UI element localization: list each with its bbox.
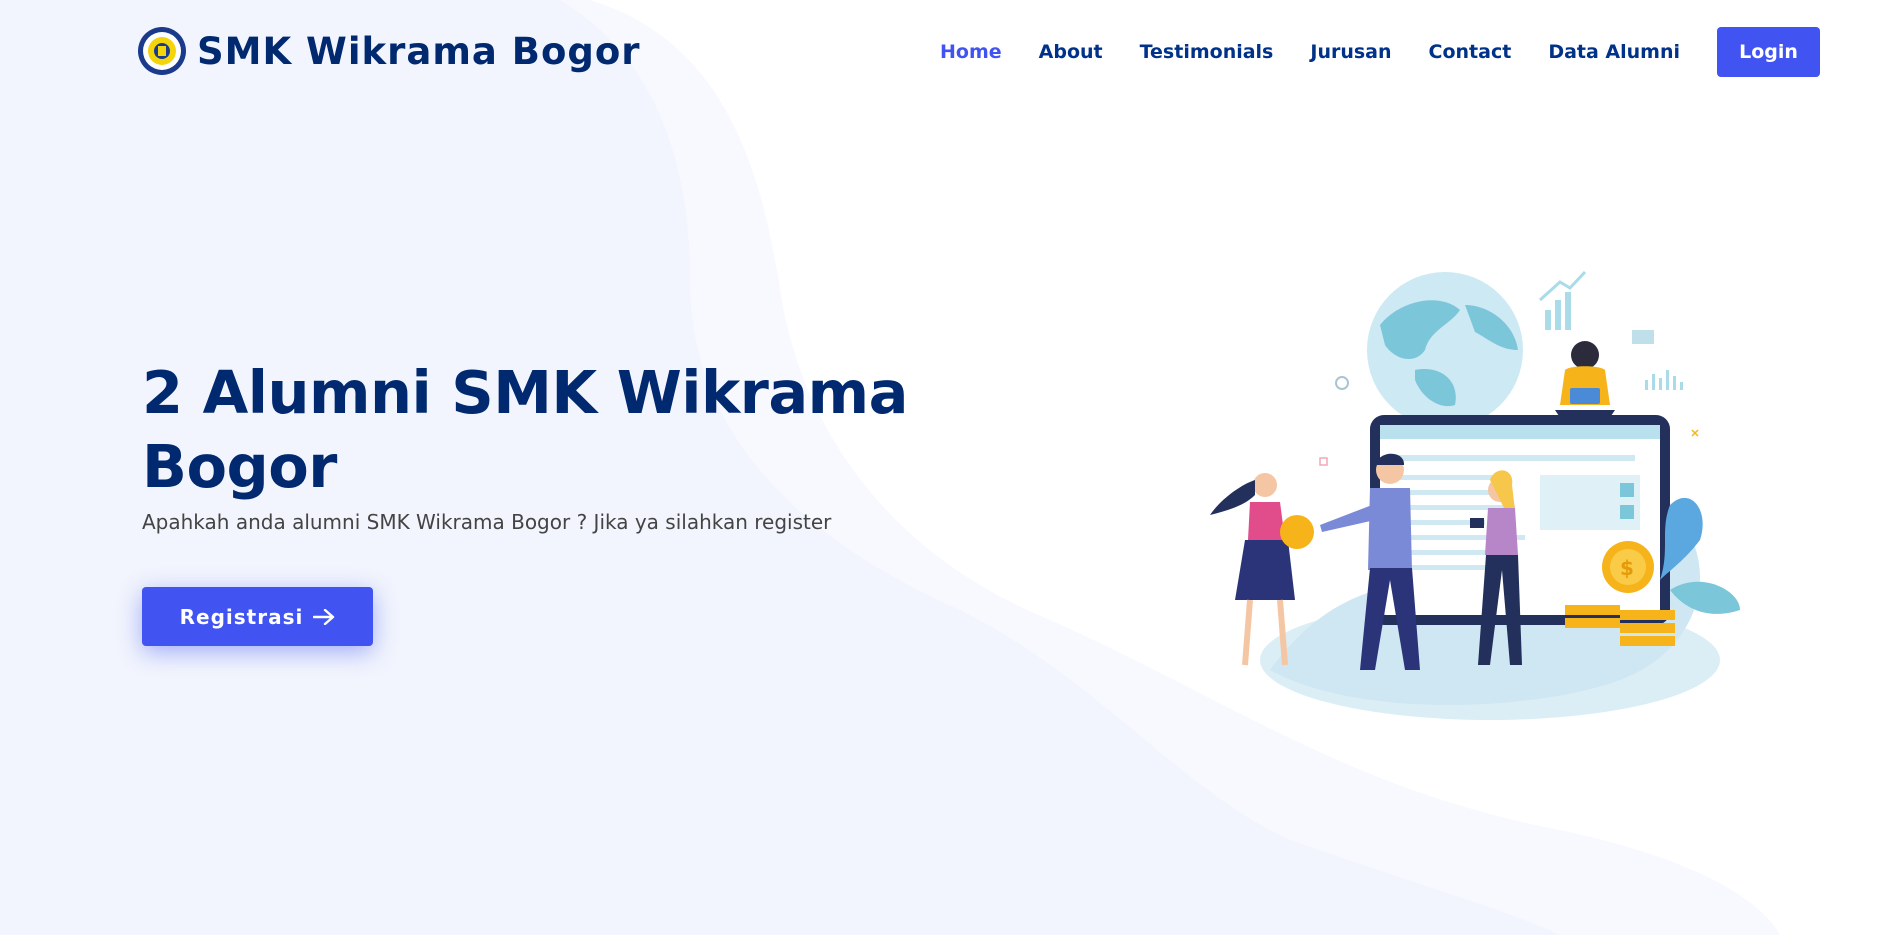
trend-arrow-icon	[1538, 270, 1587, 302]
login-button[interactable]: Login	[1717, 27, 1821, 77]
main-nav: Home About Testimonials Jurusan Contact …	[940, 27, 1821, 77]
nav-data-alumni[interactable]: Data Alumni	[1548, 41, 1680, 63]
nav-testimonials[interactable]: Testimonials	[1140, 41, 1274, 63]
bar-chart-icon	[1545, 292, 1571, 330]
svg-text:$: $	[1620, 556, 1634, 580]
school-logo-icon	[138, 27, 186, 75]
woman-top-head	[1571, 341, 1599, 369]
brand-link[interactable]: SMK Wikrama Bogor	[137, 26, 641, 76]
phone-icon	[1470, 518, 1484, 528]
site-header: SMK Wikrama Bogor Home About Testimonial…	[0, 0, 1891, 104]
woman-left-head	[1253, 473, 1277, 497]
laptop-icon	[1570, 388, 1600, 404]
login-button-label: Login	[1739, 41, 1798, 63]
envelope-icon	[1632, 330, 1654, 344]
screen-card-box1	[1620, 483, 1634, 497]
mini-bars-icon	[1645, 370, 1683, 390]
hero-title: 2 Alumni SMK Wikrama Bogor	[142, 358, 908, 501]
arrow-right-icon	[313, 608, 335, 625]
woman-left-hair	[1210, 480, 1255, 515]
nav-home[interactable]: Home	[940, 41, 1002, 63]
hero-subtitle: Apahkah anda alumni SMK Wikrama Bogor ? …	[142, 510, 832, 534]
decor-cross	[1691, 429, 1699, 437]
monitor-topbar	[1380, 425, 1660, 439]
coin-held-icon	[1280, 515, 1314, 549]
man-arm	[1320, 505, 1375, 532]
man-shirt	[1368, 488, 1412, 570]
woman-top-legs	[1555, 410, 1615, 425]
nav-jurusan[interactable]: Jurusan	[1310, 41, 1391, 63]
woman-left-top	[1248, 502, 1285, 540]
decor-square	[1319, 457, 1328, 466]
nav-about[interactable]: About	[1039, 41, 1103, 63]
woman-left-skirt	[1235, 540, 1295, 600]
woman-right-top	[1485, 508, 1518, 555]
registration-button[interactable]: Registrasi	[142, 587, 373, 646]
decor-circle	[1335, 376, 1349, 390]
brand-name: SMK Wikrama Bogor	[197, 29, 641, 73]
registration-button-label: Registrasi	[179, 604, 304, 629]
nav-contact[interactable]: Contact	[1429, 41, 1512, 63]
hero-section: 2 Alumni SMK Wikrama Bogor Apahkah anda …	[142, 356, 942, 534]
screen-card-box2	[1620, 505, 1634, 519]
business-team-illustration: $	[1210, 270, 1740, 720]
